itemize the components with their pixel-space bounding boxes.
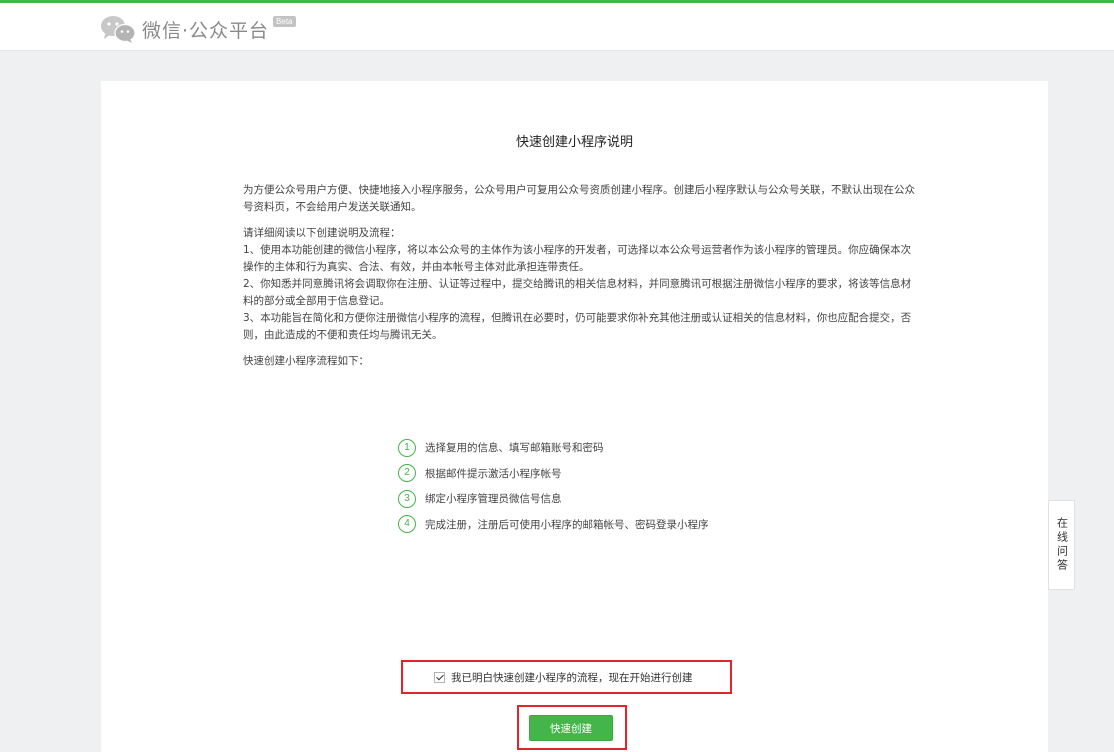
beta-badge: Beta <box>273 16 296 27</box>
header: 微信·公众平台 Beta <box>0 3 1114 51</box>
step-text-2: 根据邮件提示激活小程序帐号 <box>425 467 562 480</box>
create-button-highlight: 快速创建 <box>517 705 627 750</box>
step-item: 4 完成注册，注册后可使用小程序的邮箱帐号、密码登录小程序 <box>398 512 818 538</box>
step-number-1: 1 <box>398 438 416 457</box>
clause-2: 2、你知悉并同意腾讯将会调取你在注册、认证等过程中，提交给腾讯的相关信息材料，并… <box>243 278 912 307</box>
step-list: 1 选择复用的信息、填写邮箱账号和密码 2 根据邮件提示激活小程序帐号 3 绑定… <box>398 435 818 537</box>
step-text-1: 选择复用的信息、填写邮箱账号和密码 <box>425 442 604 455</box>
agreement-highlight: 我已明白快速创建小程序的流程，现在开始进行创建 <box>401 660 732 694</box>
page-title: 快速创建小程序说明 <box>515 135 633 150</box>
agreement-label[interactable]: 我已明白快速创建小程序的流程，现在开始进行创建 <box>451 670 693 685</box>
step-item: 1 选择复用的信息、填写邮箱账号和密码 <box>398 435 818 461</box>
step-item: 3 绑定小程序管理员微信号信息 <box>398 486 818 512</box>
main-panel: 快速创建小程序说明 为方便公众号用户方便、快捷地接入小程序服务，公众号用户可复用… <box>101 81 1048 752</box>
step-text-3: 绑定小程序管理员微信号信息 <box>425 493 562 506</box>
logo-text: 微信·公众平台 <box>142 19 270 42</box>
clause-1: 1、使用本功能创建的微信小程序，将以本公众号的主体作为该小程序的开发者，可选择以… <box>243 244 912 273</box>
wechat-icon <box>101 16 136 43</box>
step-number-2: 2 <box>398 464 416 483</box>
step-text-4: 完成注册，注册后可使用小程序的邮箱帐号、密码登录小程序 <box>425 518 709 531</box>
step-number-3: 3 <box>398 489 416 508</box>
intro-paragraph: 为方便公众号用户方便、快捷地接入小程序服务，公众号用户可复用公众号资质创建小程序… <box>243 184 915 213</box>
online-qa-label: 在线问答 <box>1055 517 1069 573</box>
online-qa-button[interactable]: 在线问答 <box>1048 500 1075 590</box>
quick-create-button[interactable]: 快速创建 <box>529 715 613 741</box>
clause-3: 3、本功能旨在简化和方便你注册微信小程序的流程，但腾讯在必要时，仍可能要求你补充… <box>243 312 912 341</box>
wechat-mp-logo[interactable]: 微信·公众平台 Beta <box>100 15 296 43</box>
step-item: 2 根据邮件提示激活小程序帐号 <box>398 461 818 487</box>
agreement-checkbox[interactable] <box>434 671 445 683</box>
read-heading: 请详细阅读以下创建说明及流程： <box>243 227 401 239</box>
step-number-4: 4 <box>398 515 416 534</box>
flow-heading: 快速创建小程序流程如下： <box>243 355 369 367</box>
description: 为方便公众号用户方便、快捷地接入小程序服务，公众号用户可复用公众号资质创建小程序… <box>243 182 918 370</box>
